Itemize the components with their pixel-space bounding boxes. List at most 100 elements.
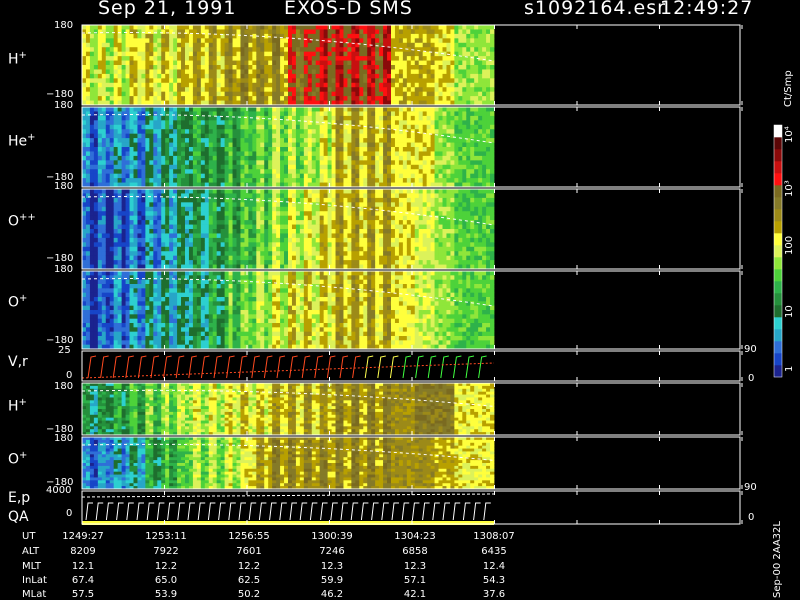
heatmap-cell (347, 178, 352, 183)
heatmap-cell (93, 255, 99, 261)
heatmap-cell (165, 25, 170, 30)
heatmap-cell (129, 65, 134, 70)
heatmap-cell (208, 73, 214, 79)
heatmap-cell (383, 155, 388, 161)
heatmap-cell (359, 164, 364, 170)
heatmap-cell (125, 133, 130, 139)
heatmap-cell (236, 224, 241, 230)
heatmap-cell (438, 51, 443, 57)
heatmap-cell (153, 147, 158, 152)
heatmap-cell (133, 42, 138, 48)
heatmap-cell (85, 155, 91, 161)
heatmap-cell (323, 25, 329, 30)
heatmap-cell (161, 164, 166, 170)
heatmap-cell (240, 242, 245, 248)
heatmap-cell (359, 47, 364, 53)
heatmap-cell (137, 65, 142, 70)
heatmap-cell (454, 155, 459, 161)
heatmap-cell (177, 211, 182, 217)
heatmap-cell (236, 56, 241, 61)
heatmap-cell (121, 224, 126, 230)
heatmap-cell (97, 38, 103, 44)
heatmap-cell (355, 56, 360, 61)
heatmap-cell (177, 160, 182, 166)
heatmap-cell (264, 220, 269, 225)
heatmap-cell (260, 193, 265, 199)
heatmap-cell (141, 33, 146, 39)
heatmap-cell (196, 91, 202, 97)
heatmap-cell (256, 260, 261, 265)
heatmap-cell (363, 147, 368, 152)
heatmap-cell (450, 147, 455, 152)
heatmap-cell (454, 25, 459, 30)
heatmap-cell (295, 224, 301, 230)
heatmap-cell (454, 133, 459, 139)
heatmap-cell (129, 56, 134, 61)
heatmap-cell (311, 96, 317, 101)
heatmap-cell (490, 160, 495, 166)
heatmap-cell (82, 133, 87, 139)
heatmap-cell (212, 189, 218, 194)
heatmap-cell (256, 251, 261, 257)
heatmap-cell (89, 169, 95, 175)
heatmap-cell (335, 138, 340, 143)
heatmap-cell (240, 91, 245, 97)
heatmap-cell (185, 138, 190, 143)
heatmap-cell (169, 229, 174, 234)
heatmap-cell (260, 138, 265, 143)
heatmap-cell (363, 155, 368, 161)
heatmap-cell (232, 82, 237, 88)
heatmap-cell (256, 229, 261, 234)
heatmap-cell (387, 111, 392, 117)
heatmap-cell (192, 229, 198, 234)
heatmap-cell (394, 164, 400, 170)
heatmap-cell (165, 82, 170, 88)
heatmap-cell (418, 60, 424, 66)
heatmap-cell (169, 224, 174, 230)
heatmap-cell (418, 147, 424, 152)
heatmap-cell (129, 51, 134, 57)
heatmap-cell (482, 65, 487, 70)
heatmap-cell (327, 173, 332, 179)
heatmap-cell (181, 169, 186, 175)
heatmap-cell (93, 151, 99, 157)
heatmap-cell (276, 215, 281, 221)
heatmap-cell (284, 251, 289, 257)
heatmap-cell (240, 107, 245, 112)
heatmap-cell (192, 202, 198, 208)
heatmap-cell (145, 107, 150, 112)
heatmap-cell (256, 96, 261, 101)
heatmap-cell (109, 82, 115, 88)
heatmap-cell (157, 151, 162, 157)
heatmap-cell (121, 255, 126, 261)
heatmap-cell (252, 164, 257, 170)
heatmap-cell (177, 251, 182, 257)
heatmap-cell (192, 115, 198, 121)
heatmap-cell (410, 124, 416, 130)
heatmap-cell (89, 215, 95, 221)
heatmap-cell (466, 173, 471, 179)
heatmap-cell (256, 237, 261, 243)
heatmap-cell (192, 142, 198, 148)
heatmap-cell (466, 178, 471, 183)
heatmap-cell (398, 25, 404, 30)
heatmap-cell (280, 96, 285, 101)
heatmap-cell (367, 142, 372, 148)
heatmap-cell (161, 133, 166, 139)
heatmap-cell (204, 151, 210, 157)
heatmap-cell (363, 111, 368, 117)
heatmap-cell (315, 107, 321, 112)
heatmap-cell (418, 124, 424, 130)
heatmap-cell (398, 78, 404, 84)
heatmap-cell (311, 197, 317, 203)
heatmap-cell (319, 78, 325, 84)
heatmap-cell (157, 91, 162, 97)
heatmap-cell (454, 65, 459, 70)
heatmap-cell (89, 29, 95, 35)
heatmap-cell (109, 65, 115, 70)
heatmap-cell (339, 189, 344, 194)
heatmap-cell (486, 29, 491, 35)
heatmap-cell (383, 133, 388, 139)
heatmap-cell (129, 251, 134, 257)
heatmap-cell (371, 82, 376, 88)
